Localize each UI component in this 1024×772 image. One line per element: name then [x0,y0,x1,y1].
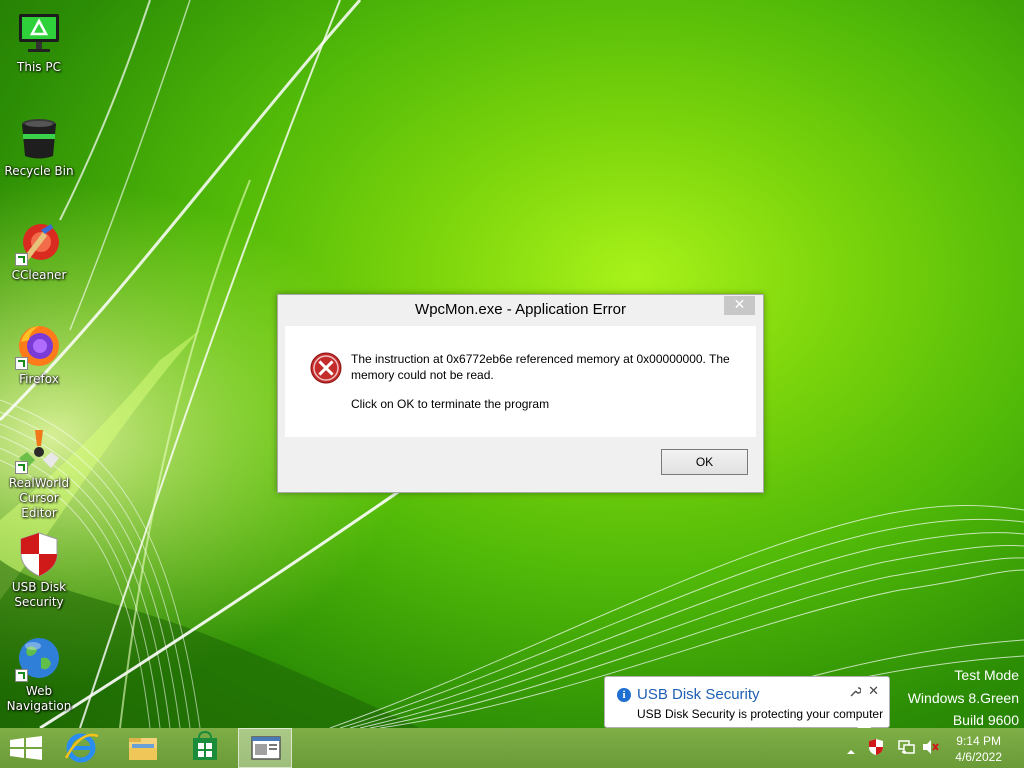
computer-icon [15,10,63,58]
app-window-icon [251,736,281,760]
application-error-dialog[interactable]: WpcMon.exe - Application Error ✕ The ins… [277,294,764,493]
dialog-title: WpcMon.exe - Application Error [415,301,626,318]
desktop-icon-realworld-cursor-editor[interactable]: RealWorld Cursor Editor [0,420,78,521]
taskbar-active-app[interactable] [238,728,292,768]
desktop-icon-this-pc[interactable]: This PC [0,4,78,75]
network-icon[interactable] [898,739,916,759]
desktop-icon-label: Firefox [19,372,59,386]
dialog-message: The instruction at 0x6772eb6e referenced… [351,352,730,382]
usb-disk-security-tray-icon[interactable] [868,738,884,760]
desktop-icon-label: This PC [17,60,61,74]
notification-title: USB Disk Security [637,686,760,703]
shortcut-arrow-icon [15,669,28,682]
file-explorer-icon [129,738,157,760]
desktop-icon-label: Web Navigation [6,684,72,713]
taskbar-internet-explorer[interactable] [54,728,108,768]
info-icon: i [617,688,631,702]
taskbar-store[interactable] [178,728,232,768]
desktop-icon-recycle-bin[interactable]: Recycle Bin [0,108,78,179]
shortcut-arrow-icon [15,461,28,474]
notification-balloon[interactable]: i USB Disk Security USB Disk Security is… [604,676,890,728]
desktop-icon-label: USB Disk Security [11,580,67,609]
recycle-bin-icon [15,114,63,162]
desktop-icon-label: Recycle Bin [4,164,74,178]
watermark-line: Windows 8.Green [907,689,1019,706]
clock-date: 4/6/2022 [955,750,1002,764]
wrench-icon[interactable] [849,686,862,701]
ccleaner-icon [15,218,63,266]
usb-disk-security-icon [15,530,63,578]
dialog-message-secondary: Click on OK to terminate the program [351,397,550,411]
start-button[interactable] [0,728,54,768]
clock-time: 9:14 PM [956,734,1001,748]
windows-start-icon [10,736,42,760]
desktop[interactable]: This PC Recycle Bin CCleaner Firefox Rea… [0,0,1024,728]
cursor-editor-icon [15,426,63,474]
globe-icon [15,634,63,682]
shortcut-arrow-icon [15,357,28,370]
desktop-icon-ccleaner[interactable]: CCleaner [0,212,78,283]
taskbar-clock[interactable]: 9:14 PM 4/6/2022 [955,733,1002,765]
desktop-icon-usb-disk-security[interactable]: USB Disk Security [0,524,78,610]
desktop-icon-label: CCleaner [11,268,67,282]
firefox-icon [15,322,63,370]
dialog-close-button[interactable]: ✕ [724,296,755,315]
test-mode-watermark: Test Mode Windows 8.Green Build 9600 [908,664,1019,728]
desktop-icon-label: RealWorld Cursor Editor [8,476,70,520]
dialog-content: The instruction at 0x6772eb6e referenced… [285,326,756,437]
taskbar-file-explorer[interactable] [116,728,170,768]
notification-close-button[interactable]: ✕ [868,684,879,699]
desktop-icon-firefox[interactable]: Firefox [0,316,78,387]
shortcut-arrow-icon [15,253,28,266]
notification-text: USB Disk Security is protecting your com… [637,707,884,721]
desktop-icon-web-navigation[interactable]: Web Navigation [0,628,78,714]
error-icon [310,352,342,384]
internet-explorer-icon [64,733,99,763]
volume-muted-icon[interactable] [922,739,940,759]
store-icon [193,730,217,760]
ok-button[interactable]: OK [661,449,748,475]
watermark-line: Build 9600 [952,712,1019,728]
taskbar: 9:14 PM 4/6/2022 [0,728,1024,768]
show-hidden-icons-chevron[interactable] [846,742,856,761]
watermark-line: Test Mode [954,667,1019,683]
